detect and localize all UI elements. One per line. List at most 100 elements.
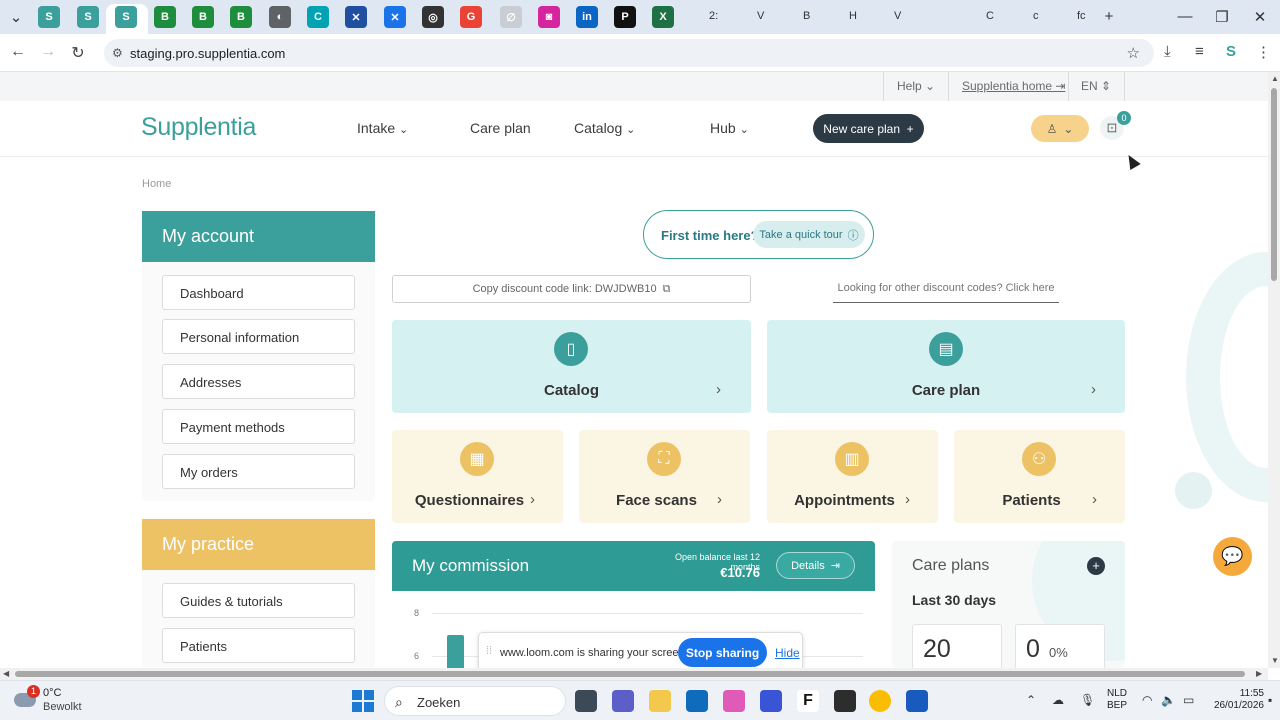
sidebar-item-payment-methods[interactable]: Payment methods: [162, 409, 355, 444]
supplentia-icon[interactable]: S: [77, 6, 99, 28]
chat-icon[interactable]: 💬: [1213, 537, 1252, 576]
sidebar-item-guides-tutorials[interactable]: Guides & tutorials: [162, 583, 355, 618]
blank-icon[interactable]: ∅: [500, 6, 522, 28]
restore-icon[interactable]: ❐: [1212, 8, 1232, 26]
input-language[interactable]: NLD BEP: [1107, 688, 1127, 712]
taskbar-search[interactable]: ⌕ Zoeken: [384, 686, 566, 716]
windows-start-icon[interactable]: [352, 690, 374, 712]
commission-details-button[interactable]: Details ⇥: [776, 552, 855, 579]
supplentia-icon[interactable]: S: [38, 6, 60, 28]
breadcrumb[interactable]: Home: [142, 178, 171, 190]
face-scans-tile[interactable]: ⛶ Face scans ›: [579, 430, 750, 523]
bookmark-star-icon[interactable]: ☆: [1127, 44, 1140, 62]
copy-discount-link-button[interactable]: Copy discount code link: DWJDWB10 ⧉: [392, 275, 751, 303]
care-plan-tile[interactable]: ▤ Care plan ›: [767, 320, 1125, 413]
google-icon[interactable]: G: [460, 6, 482, 28]
sidebar-item-personal-information[interactable]: Personal information: [162, 319, 355, 354]
minimize-icon[interactable]: —: [1175, 8, 1195, 25]
media-control-icon[interactable]: ≡: [1195, 43, 1204, 60]
vertical-scroll-thumb[interactable]: [1271, 88, 1277, 281]
network-cloud-icon[interactable]: ☁: [1052, 693, 1064, 707]
tab-search-icon[interactable]: ⌄: [6, 8, 26, 26]
copilot-icon[interactable]: [723, 690, 745, 712]
b-icon[interactable]: B: [192, 6, 214, 28]
target-icon[interactable]: ◎: [422, 6, 444, 28]
x-icon[interactable]: ✕: [345, 6, 367, 28]
questionnaires-tile[interactable]: ▦ Questionnaires ›: [392, 430, 563, 523]
vertical-scrollbar[interactable]: ▲ ▼: [1268, 72, 1280, 668]
volume-icon[interactable]: 🔈: [1161, 693, 1176, 707]
appointments-tile[interactable]: ▥ Appointments ›: [767, 430, 938, 523]
wifi-icon[interactable]: ◠: [1142, 693, 1152, 707]
download-icon[interactable]: ⤓: [1164, 43, 1171, 60]
fluent-icon[interactable]: F: [797, 690, 819, 712]
site-info-icon[interactable]: ⚙: [112, 46, 123, 60]
battery-icon[interactable]: ▭: [1183, 693, 1194, 707]
browser-menu-icon[interactable]: ⋮: [1256, 43, 1271, 61]
drag-handle-icon[interactable]: ⁞⁞: [486, 645, 492, 657]
horizontal-scroll-thumb[interactable]: [15, 671, 1245, 677]
supplentia-home-link[interactable]: Supplentia home ⇥: [962, 79, 1065, 93]
tab-title[interactable]: V: [757, 10, 764, 22]
nav-care-plan[interactable]: Care plan: [470, 120, 531, 136]
photos-icon[interactable]: [760, 690, 782, 712]
tab-title[interactable]: V: [894, 10, 901, 22]
user-menu-button[interactable]: ♙ ⌄: [1031, 115, 1089, 142]
url-text[interactable]: staging.pro.supplentia.com: [130, 46, 285, 61]
tab-title[interactable]: c: [1033, 10, 1039, 22]
chrome-icon[interactable]: [869, 690, 891, 712]
nav-hub[interactable]: Hub ⌄: [710, 120, 749, 136]
stop-sharing-button[interactable]: Stop sharing: [678, 638, 767, 667]
nav-intake[interactable]: Intake ⌄: [357, 120, 408, 136]
back-icon[interactable]: ←: [8, 43, 28, 61]
sidebar-item-patients[interactable]: Patients: [162, 628, 355, 663]
address-bar[interactable]: ⚙ staging.pro.supplentia.com ☆: [104, 39, 1154, 67]
sidebar-item-dashboard[interactable]: Dashboard: [162, 275, 355, 310]
b-icon[interactable]: B: [154, 6, 176, 28]
b-icon[interactable]: B: [230, 6, 252, 28]
p-icon[interactable]: P: [614, 6, 636, 28]
weather-description[interactable]: Bewolkt: [43, 701, 82, 713]
tab-title[interactable]: 2:: [709, 10, 718, 22]
reload-icon[interactable]: ↻: [68, 43, 88, 63]
forward-icon[interactable]: →: [38, 43, 58, 61]
horizontal-scrollbar[interactable]: ◀ ▶: [0, 668, 1268, 680]
excel-icon[interactable]: X: [652, 6, 674, 28]
tab-title[interactable]: fc: [1077, 10, 1086, 22]
new-tab-icon[interactable]: +: [1099, 8, 1119, 25]
instagram-icon[interactable]: ◙: [538, 6, 560, 28]
tab-title[interactable]: H: [849, 10, 857, 22]
linkedin-icon[interactable]: in: [576, 6, 598, 28]
extension-supplentia-icon[interactable]: S: [1226, 43, 1236, 60]
teams-icon[interactable]: [612, 690, 634, 712]
weather-temperature[interactable]: 0°C: [43, 687, 61, 699]
tab-title[interactable]: C: [986, 10, 994, 22]
supplentia-logo[interactable]: Supplentia: [141, 113, 256, 142]
catalog-tile[interactable]: ▯ Catalog ›: [392, 320, 751, 413]
sidebar-item-my-orders[interactable]: My orders: [162, 454, 355, 489]
nav-catalog[interactable]: Catalog ⌄: [574, 120, 635, 136]
close-icon[interactable]: ✕: [1250, 8, 1270, 26]
other-discount-codes-link[interactable]: Looking for other discount codes? Click …: [833, 282, 1059, 303]
notepad-icon[interactable]: [834, 690, 856, 712]
file-explorer-icon[interactable]: [649, 690, 671, 712]
x-icon[interactable]: ✕: [384, 6, 406, 28]
outlook-icon[interactable]: [686, 690, 708, 712]
notification-icon[interactable]: ▪: [1268, 693, 1272, 707]
task-view-icon[interactable]: [575, 690, 597, 712]
globe-icon[interactable]: ◐: [269, 6, 291, 28]
clock[interactable]: 11:55 26/01/2026: [1212, 688, 1264, 712]
microphone-icon[interactable]: 🎙: [1080, 693, 1095, 707]
tab-title[interactable]: B: [803, 10, 810, 22]
patients-tile[interactable]: ⚇ Patients ›: [954, 430, 1125, 523]
c-icon[interactable]: C: [307, 6, 329, 28]
show-hidden-icons-icon[interactable]: ⌃: [1026, 693, 1036, 707]
add-care-plan-icon[interactable]: +: [1087, 557, 1105, 575]
hide-button[interactable]: Hide: [775, 646, 800, 660]
help-link[interactable]: Help ⌄: [897, 79, 935, 93]
quick-tour-button[interactable]: Take a quick tour ⓘ: [753, 221, 865, 248]
new-care-plan-button[interactable]: New care plan +: [813, 114, 924, 143]
commission-bar[interactable]: [447, 635, 464, 668]
supplentia-icon[interactable]: S: [115, 6, 137, 28]
word-icon[interactable]: [906, 690, 928, 712]
